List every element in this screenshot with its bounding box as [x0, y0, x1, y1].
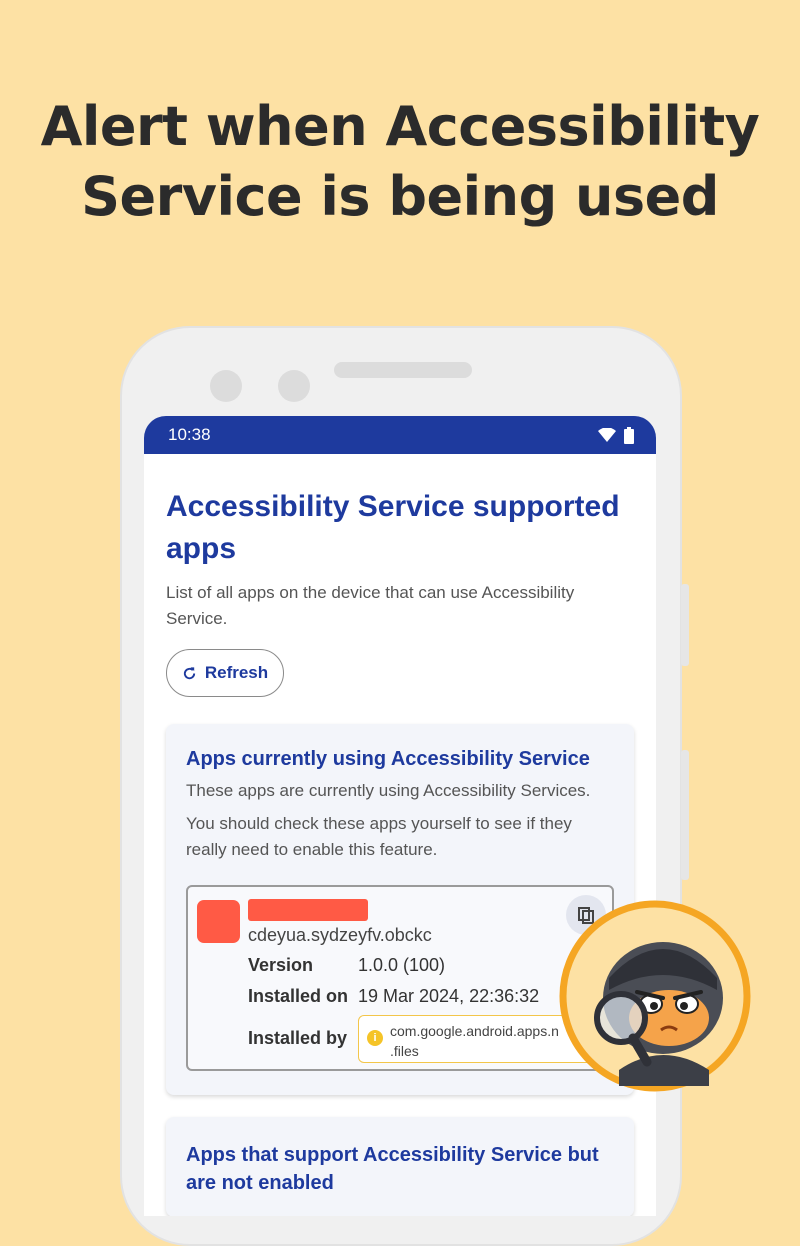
spy-mascot-badge [559, 900, 751, 1092]
apps-using-text-1: These apps are currently using Accessibi… [186, 781, 591, 800]
refresh-label: Refresh [204, 663, 269, 682]
headline-line-1: Alert when Accessibility [40, 95, 760, 158]
apps-using-text-2: You should check these apps yourself to … [186, 814, 572, 859]
status-bar: 10:38 [144, 416, 656, 454]
installed-by-row: Installed by [248, 1028, 358, 1049]
status-icons [598, 426, 634, 444]
front-camera [210, 370, 242, 402]
installed-on-label: Installed on [248, 986, 349, 1006]
app-icon-redacted [197, 900, 240, 943]
page-title: Accessibility Service supported apps [166, 490, 620, 565]
app-package-name: cdeyua.sydzeyfv.obckc [248, 925, 432, 945]
refresh-button[interactable]: Refresh [166, 649, 284, 697]
apps-supported-title: Apps that support Accessibility Service … [186, 1144, 599, 1194]
sensor [278, 370, 310, 402]
apps-using-title: Apps currently using Accessibility Servi… [186, 748, 590, 770]
side-button-volume [681, 750, 689, 880]
status-time: 10:38 [168, 425, 211, 444]
page-description: List of all apps on the device that can … [166, 583, 575, 628]
installed-on-value: 19 Mar 2024, 22:36:32 [358, 986, 540, 1006]
headline: Alert when Accessibility Service is bein… [0, 92, 800, 232]
version-value: 1.0.0 (100) [358, 955, 446, 975]
version-label: Version [248, 955, 314, 975]
side-button-power [681, 584, 689, 666]
phone-screen: 10:38 Accessibility Service supported ap… [144, 416, 656, 1216]
earpiece-speaker [334, 362, 472, 378]
app-list-item[interactable]: cdeyua.sydzeyfv.obckc Version 1.0.0 (100)… [186, 885, 614, 1071]
info-icon: i [367, 1030, 383, 1046]
battery-icon [624, 426, 634, 444]
apps-supported-card: Apps that support Accessibility Service … [166, 1117, 634, 1216]
app-name-redacted [248, 899, 368, 921]
headline-line-2: Service is being used [81, 165, 719, 228]
installed-by-label: Installed by [248, 1028, 348, 1048]
wifi-icon [598, 428, 616, 442]
refresh-icon [183, 666, 195, 679]
main-content: Accessibility Service supported apps Lis… [144, 454, 656, 1216]
installed-on-row: Installed on 19 Mar 2024, 22:36:32 [248, 986, 539, 1007]
version-row: Version 1.0.0 (100) [248, 955, 445, 976]
